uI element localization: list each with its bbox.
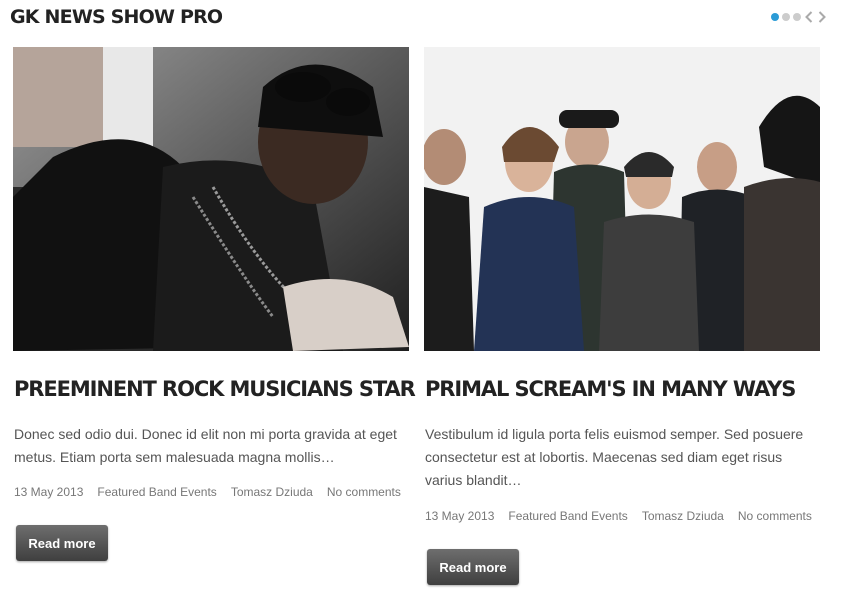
article-meta: 13 May 2013 Featured Band Events Tomasz …	[425, 509, 812, 523]
article-title[interactable]: PRIMAL SCREAM'S IN MANY WAYS	[425, 377, 796, 401]
article-excerpt: Donec sed odio dui. Donec id elit non mi…	[14, 426, 397, 465]
chevron-right-icon[interactable]	[817, 10, 827, 24]
article-comments-link[interactable]: No comments	[327, 485, 401, 499]
article-author-link[interactable]: Tomasz Dziuda	[231, 485, 313, 499]
band-photo	[424, 47, 820, 351]
article-date: 13 May 2013	[14, 485, 84, 499]
article-image[interactable]	[13, 47, 409, 351]
article-category-link[interactable]: Featured Band Events	[97, 485, 216, 499]
module-title: GK NEWS SHOW PRO	[10, 6, 223, 28]
article-card: PREEMINENT ROCK MUSICIANS STAR Donec sed…	[13, 47, 416, 561]
chevron-left-icon[interactable]	[804, 10, 814, 24]
read-more-button[interactable]: Read more	[427, 549, 519, 585]
article-comments-link[interactable]: No comments	[738, 509, 812, 523]
pager-dot-1[interactable]	[771, 13, 779, 21]
article-category-link[interactable]: Featured Band Events	[508, 509, 627, 523]
pager-dot-3[interactable]	[793, 13, 801, 21]
pager-dot-2[interactable]	[782, 13, 790, 21]
article-author-link[interactable]: Tomasz Dziuda	[642, 509, 724, 523]
article-title[interactable]: PREEMINENT ROCK MUSICIANS STAR	[14, 377, 416, 401]
article-date: 13 May 2013	[425, 509, 495, 523]
article-excerpt: Vestibulum id ligula porta felis euismod…	[425, 426, 804, 488]
article-card: PRIMAL SCREAM'S IN MANY WAYS Vestibulum …	[424, 47, 820, 585]
article-meta: 13 May 2013 Featured Band Events Tomasz …	[14, 485, 401, 499]
musician-photo	[13, 47, 409, 351]
article-image[interactable]	[424, 47, 820, 351]
read-more-button[interactable]: Read more	[16, 525, 108, 561]
slide-pager	[771, 10, 827, 24]
